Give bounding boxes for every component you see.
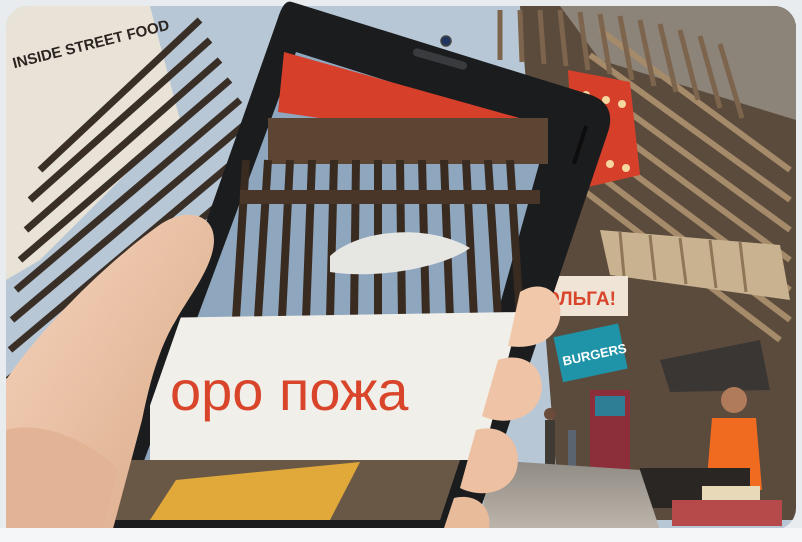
- bottom-strip: [0, 528, 802, 542]
- screen-banner-text: оро пожа: [170, 359, 409, 422]
- stall-poster: [595, 396, 625, 416]
- photo-canvas: INSIDE STREET FOOD ОЛЬГА! BURGERS оро по…: [0, 0, 802, 542]
- front-camera-icon: [440, 35, 452, 47]
- screen-crossbeam: [240, 190, 540, 204]
- screen-wooden-beams: [268, 118, 548, 164]
- photo-scene: INSIDE STREET FOOD ОЛЬГА! BURGERS оро по…: [0, 0, 802, 542]
- vendor-head: [721, 387, 747, 413]
- table-cloth: [672, 500, 782, 526]
